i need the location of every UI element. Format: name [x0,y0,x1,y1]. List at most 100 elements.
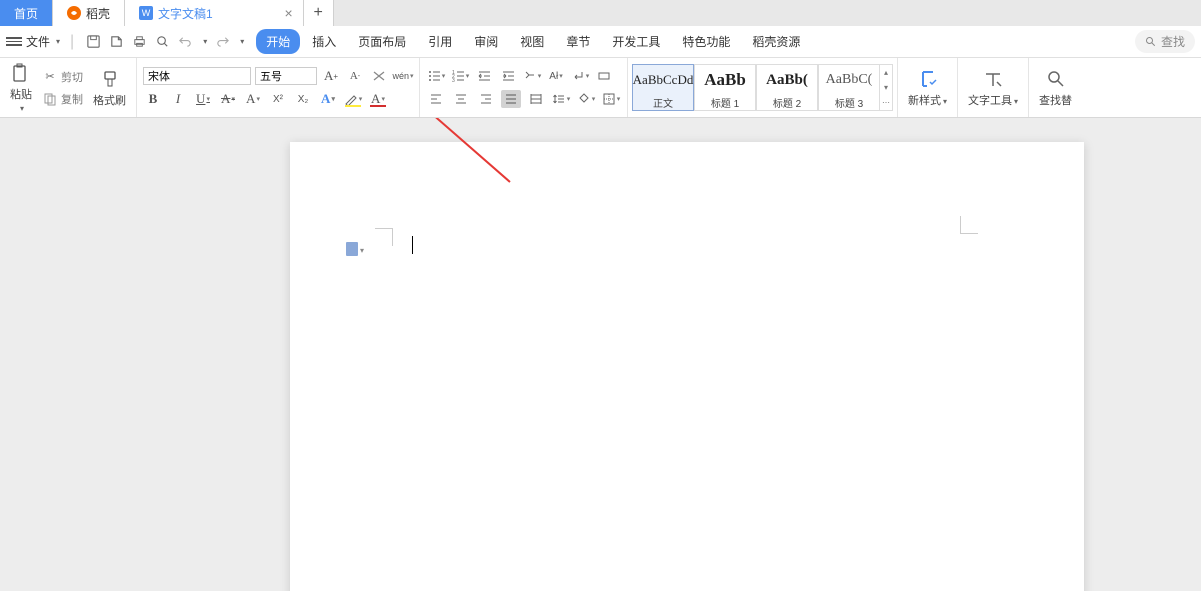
italic-button[interactable]: I [168,90,188,108]
font-color-button[interactable]: A▾ [368,90,388,108]
tab-button[interactable] [594,67,614,85]
line-spacing-button[interactable]: ▾ [551,90,571,108]
subscript-button[interactable]: X₂ [293,90,313,108]
menu-insert[interactable]: 插入 [302,29,346,54]
borders-button[interactable]: ▾ [601,90,621,108]
close-tab-icon[interactable]: × [285,5,293,21]
file-menu-label: 文件 [26,33,50,50]
style-heading-3[interactable]: AaBbC( 标题 3 [818,64,880,111]
strikethrough-button[interactable]: A▾ [218,90,238,108]
document-page[interactable] [290,142,1084,591]
align-text-button[interactable]: Ał▾ [546,67,566,85]
align-distribute-button[interactable] [526,90,546,108]
font-size-combo[interactable] [255,67,317,85]
chevron-down-icon[interactable]: ▾ [240,37,244,46]
search-box[interactable]: 查找 [1135,30,1195,53]
menu-docer-resource[interactable]: 稻壳资源 [742,29,810,54]
ribbon-group-styles: AaBbCcDd 正文 AaBb 标题 1 AaBb( 标题 2 AaBbC( … [628,58,898,117]
file-menu[interactable]: 文件 ▾ [6,33,60,50]
ribbon-group-new-style: 新样式▾ [898,58,958,117]
underline-button[interactable]: U▾ [193,90,213,108]
search-icon [1145,36,1157,48]
phonetic-guide-button[interactable]: wén▾ [393,67,413,85]
styles-scroll[interactable]: ▴▾⋯ [879,64,893,111]
print-preview-icon[interactable] [109,34,124,49]
shrink-font-button[interactable]: A- [345,67,365,85]
menu-page-layout[interactable]: 页面布局 [348,29,416,54]
text-cursor [412,236,413,254]
numbering-button[interactable]: 123▾ [450,67,470,85]
format-painter-icon [99,68,121,90]
print-icon[interactable] [132,34,147,49]
find-replace-icon [1045,68,1067,90]
undo-dropdown-icon[interactable]: ▾ [203,37,207,46]
bullets-button[interactable]: ▾ [426,67,446,85]
tab-add[interactable]: + [304,0,334,26]
grow-font-button[interactable]: A+ [321,67,341,85]
style-heading-2[interactable]: AaBb( 标题 2 [756,64,818,111]
redo-icon[interactable] [215,34,230,49]
font-name-combo[interactable] [143,67,251,85]
emphasis-mark-button[interactable]: A▾ [243,90,263,108]
align-right-button[interactable] [476,90,496,108]
tab-docer[interactable]: 稻壳 [53,0,125,26]
find-replace-button[interactable]: 查找替 [1035,66,1076,110]
style-heading-1[interactable]: AaBb 标题 1 [694,64,756,111]
align-center-button[interactable] [451,90,471,108]
chevron-down-icon: ▾ [56,37,60,46]
menu-start[interactable]: 开始 [256,29,300,54]
text-direction-button[interactable]: ▾ [522,67,542,85]
search-placeholder: 查找 [1161,33,1185,50]
save-icon[interactable] [86,34,101,49]
menu-view[interactable]: 视图 [510,29,554,54]
preview-icon[interactable] [155,34,170,49]
superscript-button[interactable]: X² [268,90,288,108]
text-tool-button[interactable]: 文字工具▾ [964,66,1022,110]
cut-button[interactable]: ✂剪切 [40,68,85,86]
ribbon-group-text-tool: 文字工具▾ [958,58,1029,117]
text-tool-icon [982,68,1004,90]
menu-bar: 文件 ▾ | ▾ ▾ 开始 插入 页面布局 引用 审阅 视图 章节 开发工具 特… [0,26,1201,58]
menu-special[interactable]: 特色功能 [672,29,740,54]
line-break-button[interactable]: ▾ [570,67,590,85]
ribbon-group-clipboard: 粘贴▾ ✂剪切 复制 格式刷 [0,58,137,117]
new-style-button[interactable]: 新样式▾ [904,66,951,110]
document-area[interactable]: ▾ [0,118,1201,591]
paste-icon [10,62,32,84]
format-painter-button[interactable]: 格式刷 [89,66,130,110]
shading-button[interactable]: ▾ [576,90,596,108]
tab-document-label: 文字文稿1 [158,5,213,22]
menu-section[interactable]: 章节 [556,29,600,54]
decrease-indent-button[interactable] [474,67,494,85]
ribbon-group-font: A+ A- wén▾ B I U▾ A▾ A▾ X² X₂ A▾ ▾ A▾ [137,58,420,117]
tab-home[interactable]: 首页 [0,0,53,26]
svg-text:3: 3 [452,78,455,83]
bold-button[interactable]: B [143,90,163,108]
increase-indent-button[interactable] [498,67,518,85]
ribbon: 粘贴▾ ✂剪切 复制 格式刷 A+ A- wén▾ B I U▾ A▾ [0,58,1201,118]
menu-dev-tools[interactable]: 开发工具 [602,29,670,54]
paragraph-options-icon[interactable] [346,242,358,256]
undo-icon[interactable] [178,34,193,49]
chevron-down-icon[interactable]: ▾ [360,246,364,255]
paste-button[interactable]: 粘贴▾ [6,60,36,115]
menu-review[interactable]: 审阅 [464,29,508,54]
ribbon-group-paragraph: ▾ 123▾ ▾ Ał▾ ▾ ▾ ▾ ▾ [420,58,628,117]
tab-docer-label: 稻壳 [86,5,110,22]
style-body-text[interactable]: AaBbCcDd 正文 [632,64,694,111]
menu-references[interactable]: 引用 [418,29,462,54]
copy-button[interactable]: 复制 [40,90,85,108]
text-effects-button[interactable]: A▾ [318,90,338,108]
quick-access-toolbar: ▾ ▾ [86,34,244,49]
hamburger-icon [6,37,22,46]
tab-bar: 首页 稻壳 W 文字文稿1 × + [0,0,1201,26]
align-justify-button[interactable] [501,90,521,108]
new-style-icon [917,68,939,90]
ribbon-group-find: 查找替 [1029,58,1082,117]
align-left-button[interactable] [426,90,446,108]
highlight-button[interactable]: ▾ [343,90,363,108]
clear-format-button[interactable] [369,67,389,85]
tab-document[interactable]: W 文字文稿1 × [125,0,304,26]
word-doc-icon: W [139,6,153,20]
copy-icon [42,91,58,107]
